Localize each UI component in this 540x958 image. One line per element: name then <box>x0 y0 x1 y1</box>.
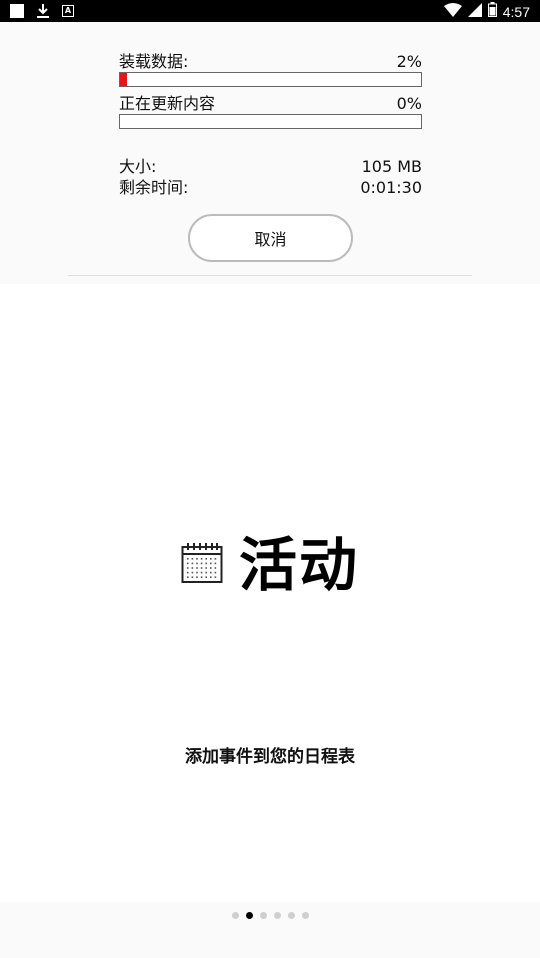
loading-row: 装载数据: 2% <box>119 52 422 72</box>
loading-progress-fill <box>120 73 127 86</box>
size-row: 大小: 105 MB <box>119 157 422 177</box>
status-bar: A 4:57 <box>0 0 540 22</box>
updating-label: 正在更新内容 <box>119 94 216 113</box>
remaining-label: 剩余时间: <box>119 178 189 197</box>
page-dot[interactable] <box>245 912 253 919</box>
onboarding-subtitle: 添加事件到您的日程表 <box>185 747 355 767</box>
clock: 4:57 <box>502 3 530 20</box>
page-dot[interactable] <box>301 912 309 919</box>
size-value: 105 MB <box>361 157 422 176</box>
pager-footer <box>0 902 540 958</box>
page-indicator <box>0 912 540 919</box>
onboarding-title: 活动 <box>238 531 359 599</box>
onboarding-hero: 活动 <box>0 530 540 600</box>
divider <box>68 275 472 276</box>
updating-percent: 0% <box>396 94 422 113</box>
size-label: 大小: <box>119 157 157 176</box>
page-dot[interactable] <box>231 912 239 919</box>
updating-progress-bar <box>119 114 422 129</box>
cancel-button[interactable]: 取消 <box>188 214 353 262</box>
page-dot[interactable] <box>259 912 267 919</box>
battery-icon <box>487 2 497 21</box>
loading-label: 装载数据: <box>119 52 189 71</box>
signal-icon <box>467 2 482 21</box>
remaining-row: 剩余时间: 0:01:30 <box>119 178 422 198</box>
page-dot[interactable] <box>273 912 281 919</box>
page-dot[interactable] <box>287 912 295 919</box>
notification-square-icon <box>10 4 24 18</box>
a-letter-icon: A <box>62 5 74 17</box>
remaining-value: 0:01:30 <box>360 178 422 197</box>
updating-row: 正在更新内容 0% <box>119 94 422 114</box>
loading-progress-bar <box>119 72 422 87</box>
calendar-icon <box>181 542 223 588</box>
download-panel: 装载数据: 2% 正在更新内容 0% 大小: 105 MB 剩余时间: 0:01… <box>0 22 540 284</box>
wifi-icon <box>443 2 462 21</box>
loading-percent: 2% <box>396 52 422 71</box>
download-icon <box>36 3 50 19</box>
